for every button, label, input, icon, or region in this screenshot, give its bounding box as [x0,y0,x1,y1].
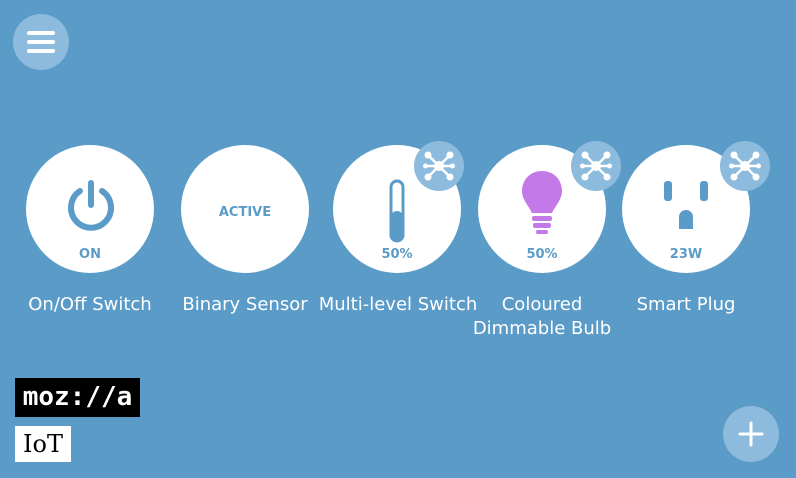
plus-icon [738,421,764,447]
iot-logo: IoT [15,426,71,462]
hub-badge[interactable] [414,141,464,191]
menu-button[interactable] [13,14,69,70]
hub-badge[interactable] [720,141,770,191]
thing-on-off-switch[interactable]: ON [26,145,154,273]
thing-status: 23W [669,247,703,262]
level-fill [391,211,403,241]
hub-network-icon [580,151,612,181]
hamburger-menu-icon [27,31,55,53]
hub-network-icon [729,151,761,181]
power-icon [68,180,114,231]
thing-status: ON [79,247,101,262]
thing-label: Binary Sensor [182,294,308,315]
mozilla-logo: moz://a [15,378,140,417]
hub-network-icon [423,151,455,181]
level-slider-icon [389,179,405,243]
thing-binary-sensor[interactable]: ACTIVE [181,145,309,273]
power-outlet-icon [664,181,708,229]
thing-status: 50% [381,247,413,262]
thing-label: Smart Plug [636,294,736,315]
lightbulb-icon [522,171,562,234]
thing-label: On/Off Switch [28,294,152,315]
add-thing-button[interactable] [723,406,779,462]
thing-status: ACTIVE [218,205,272,220]
hub-badge[interactable] [571,141,621,191]
thing-status: 50% [526,247,558,262]
